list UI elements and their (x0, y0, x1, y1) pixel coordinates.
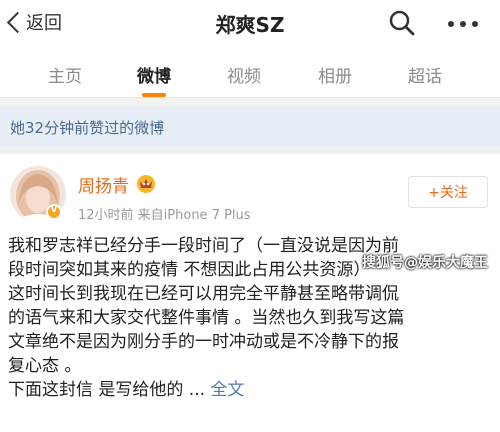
back-button[interactable]: 返回 (6, 8, 62, 36)
watermark: 搜狐号@娱乐大魔王 (362, 255, 488, 271)
post-line-last: 下面这封信 是写给他的 ... 全文 (8, 378, 494, 402)
search-icon[interactable] (388, 9, 416, 37)
back-label: 返回 (26, 13, 62, 34)
post-line: 复心态 。 (8, 356, 82, 376)
more-icon[interactable] (448, 12, 478, 36)
liked-notice[interactable]: 她32分钟前赞过的微博 (0, 107, 500, 147)
member-crown-icon (137, 175, 155, 193)
verified-badge-icon (46, 204, 62, 220)
page-title-wrap: 郑爽SZ (0, 9, 500, 38)
tab-home[interactable]: 主页 (30, 62, 100, 87)
top-bar: 返回 郑爽SZ (0, 0, 500, 46)
tab-weibo[interactable]: 微博 (119, 62, 189, 87)
post-last-text: 下面这封信 是写给他的 ... (8, 380, 211, 400)
weibo-post: 周扬青 12小时前 来自iPhone 7 Plus +关注 我和罗志祥已经分手一… (0, 154, 500, 432)
full-text-link[interactable]: 全文 (210, 380, 244, 400)
post-line: 文章绝不是因为刚分手的一时冲动或是不冷静下的报 (8, 332, 399, 352)
chevron-left-icon (6, 8, 24, 36)
profile-tabs: 主页 微博 视频 相册 超话 (0, 46, 500, 98)
page-title: 郑爽SZ (215, 13, 285, 37)
author-name[interactable]: 周扬青 (78, 172, 129, 197)
post-line: 这时间长到我现在已经可以用完全平静甚至略带调侃 (8, 284, 399, 304)
active-tab-indicator (142, 93, 166, 97)
tab-supertopic[interactable]: 超话 (390, 62, 460, 87)
post-line: 的语气来和大家交代整件事情 。当然也久到我写这篇 (8, 308, 405, 328)
liked-notice-text: 她32分钟前赞过的微博 (10, 119, 165, 137)
tab-video[interactable]: 视频 (209, 62, 279, 87)
follow-button[interactable]: +关注 (408, 176, 488, 208)
post-meta: 12小时前 来自iPhone 7 Plus (78, 208, 251, 223)
tab-album[interactable]: 相册 (300, 62, 370, 87)
